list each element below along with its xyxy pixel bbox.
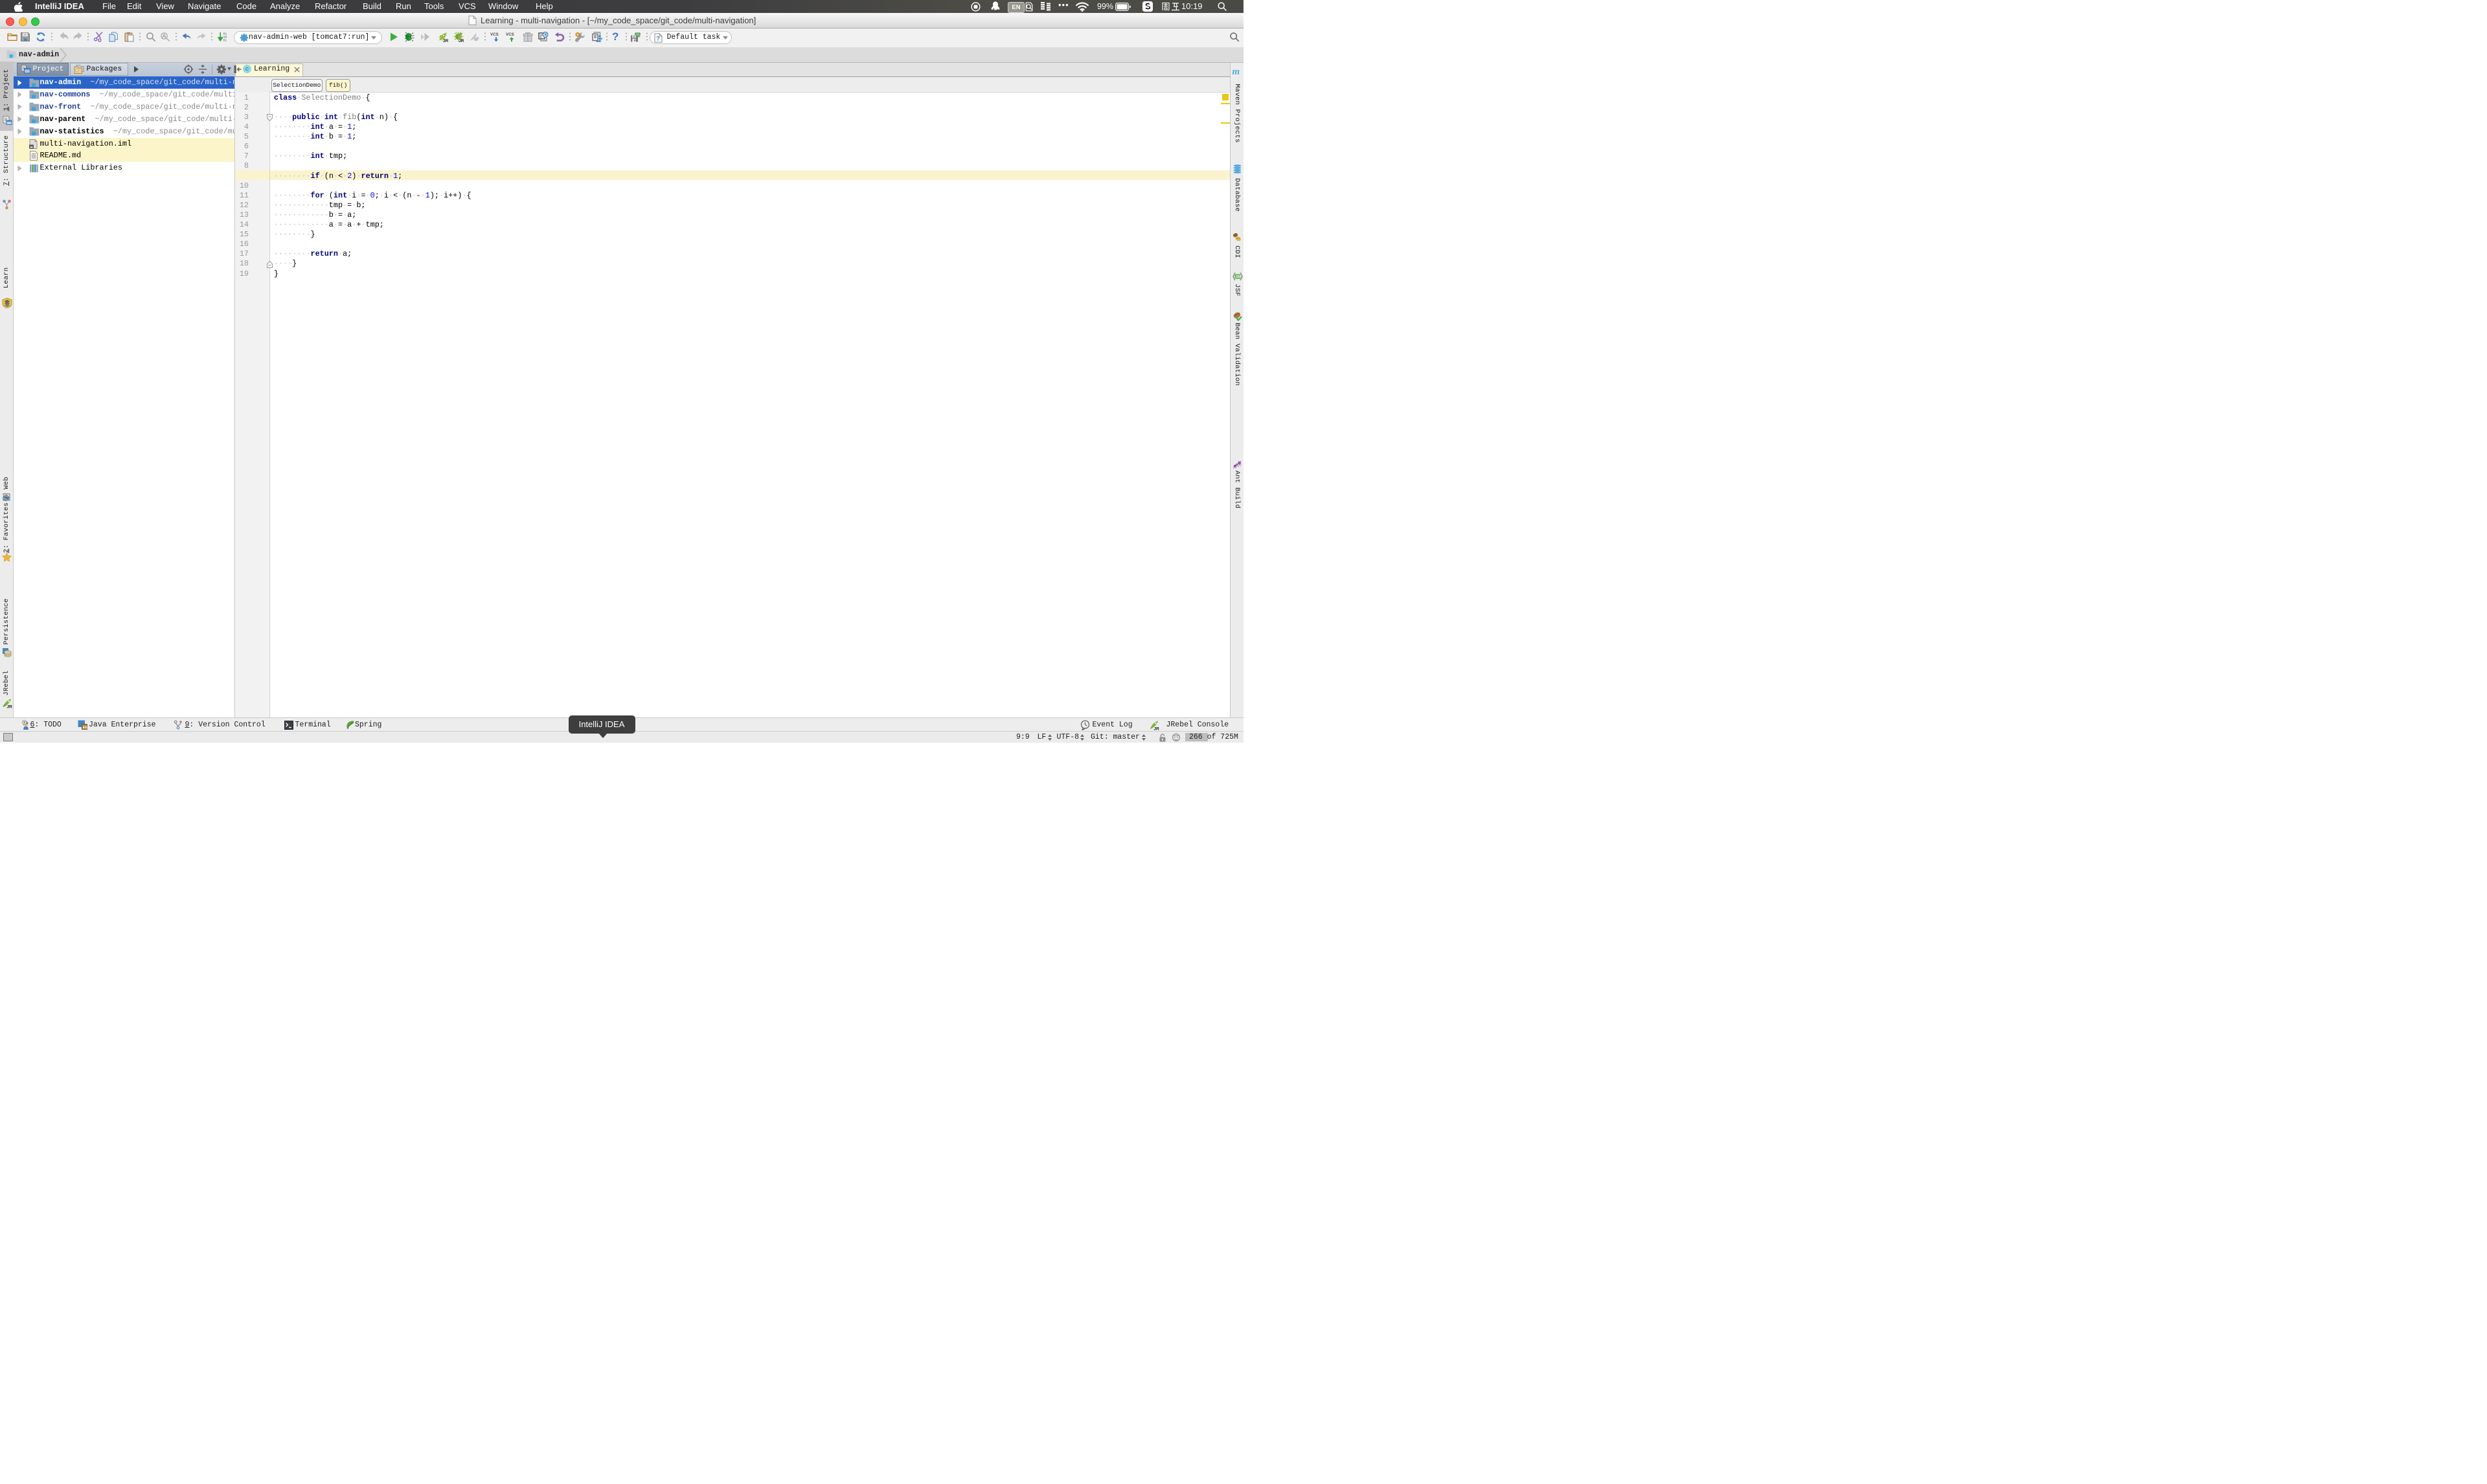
svg-text:A: A	[162, 33, 166, 39]
svg-text:EE: EE	[82, 726, 87, 730]
svg-text:01: 01	[223, 38, 227, 42]
svg-text:JR: JR	[459, 39, 464, 42]
svg-text:JR: JR	[6, 705, 12, 709]
svg-text:VCS: VCS	[506, 32, 514, 37]
svg-text:JSF: JSF	[1235, 275, 1241, 279]
svg-text:JR: JR	[443, 39, 448, 42]
svg-text:JR: JR	[1154, 726, 1160, 730]
svg-text:?: ?	[656, 35, 660, 42]
svg-text:VCS: VCS	[490, 32, 499, 37]
